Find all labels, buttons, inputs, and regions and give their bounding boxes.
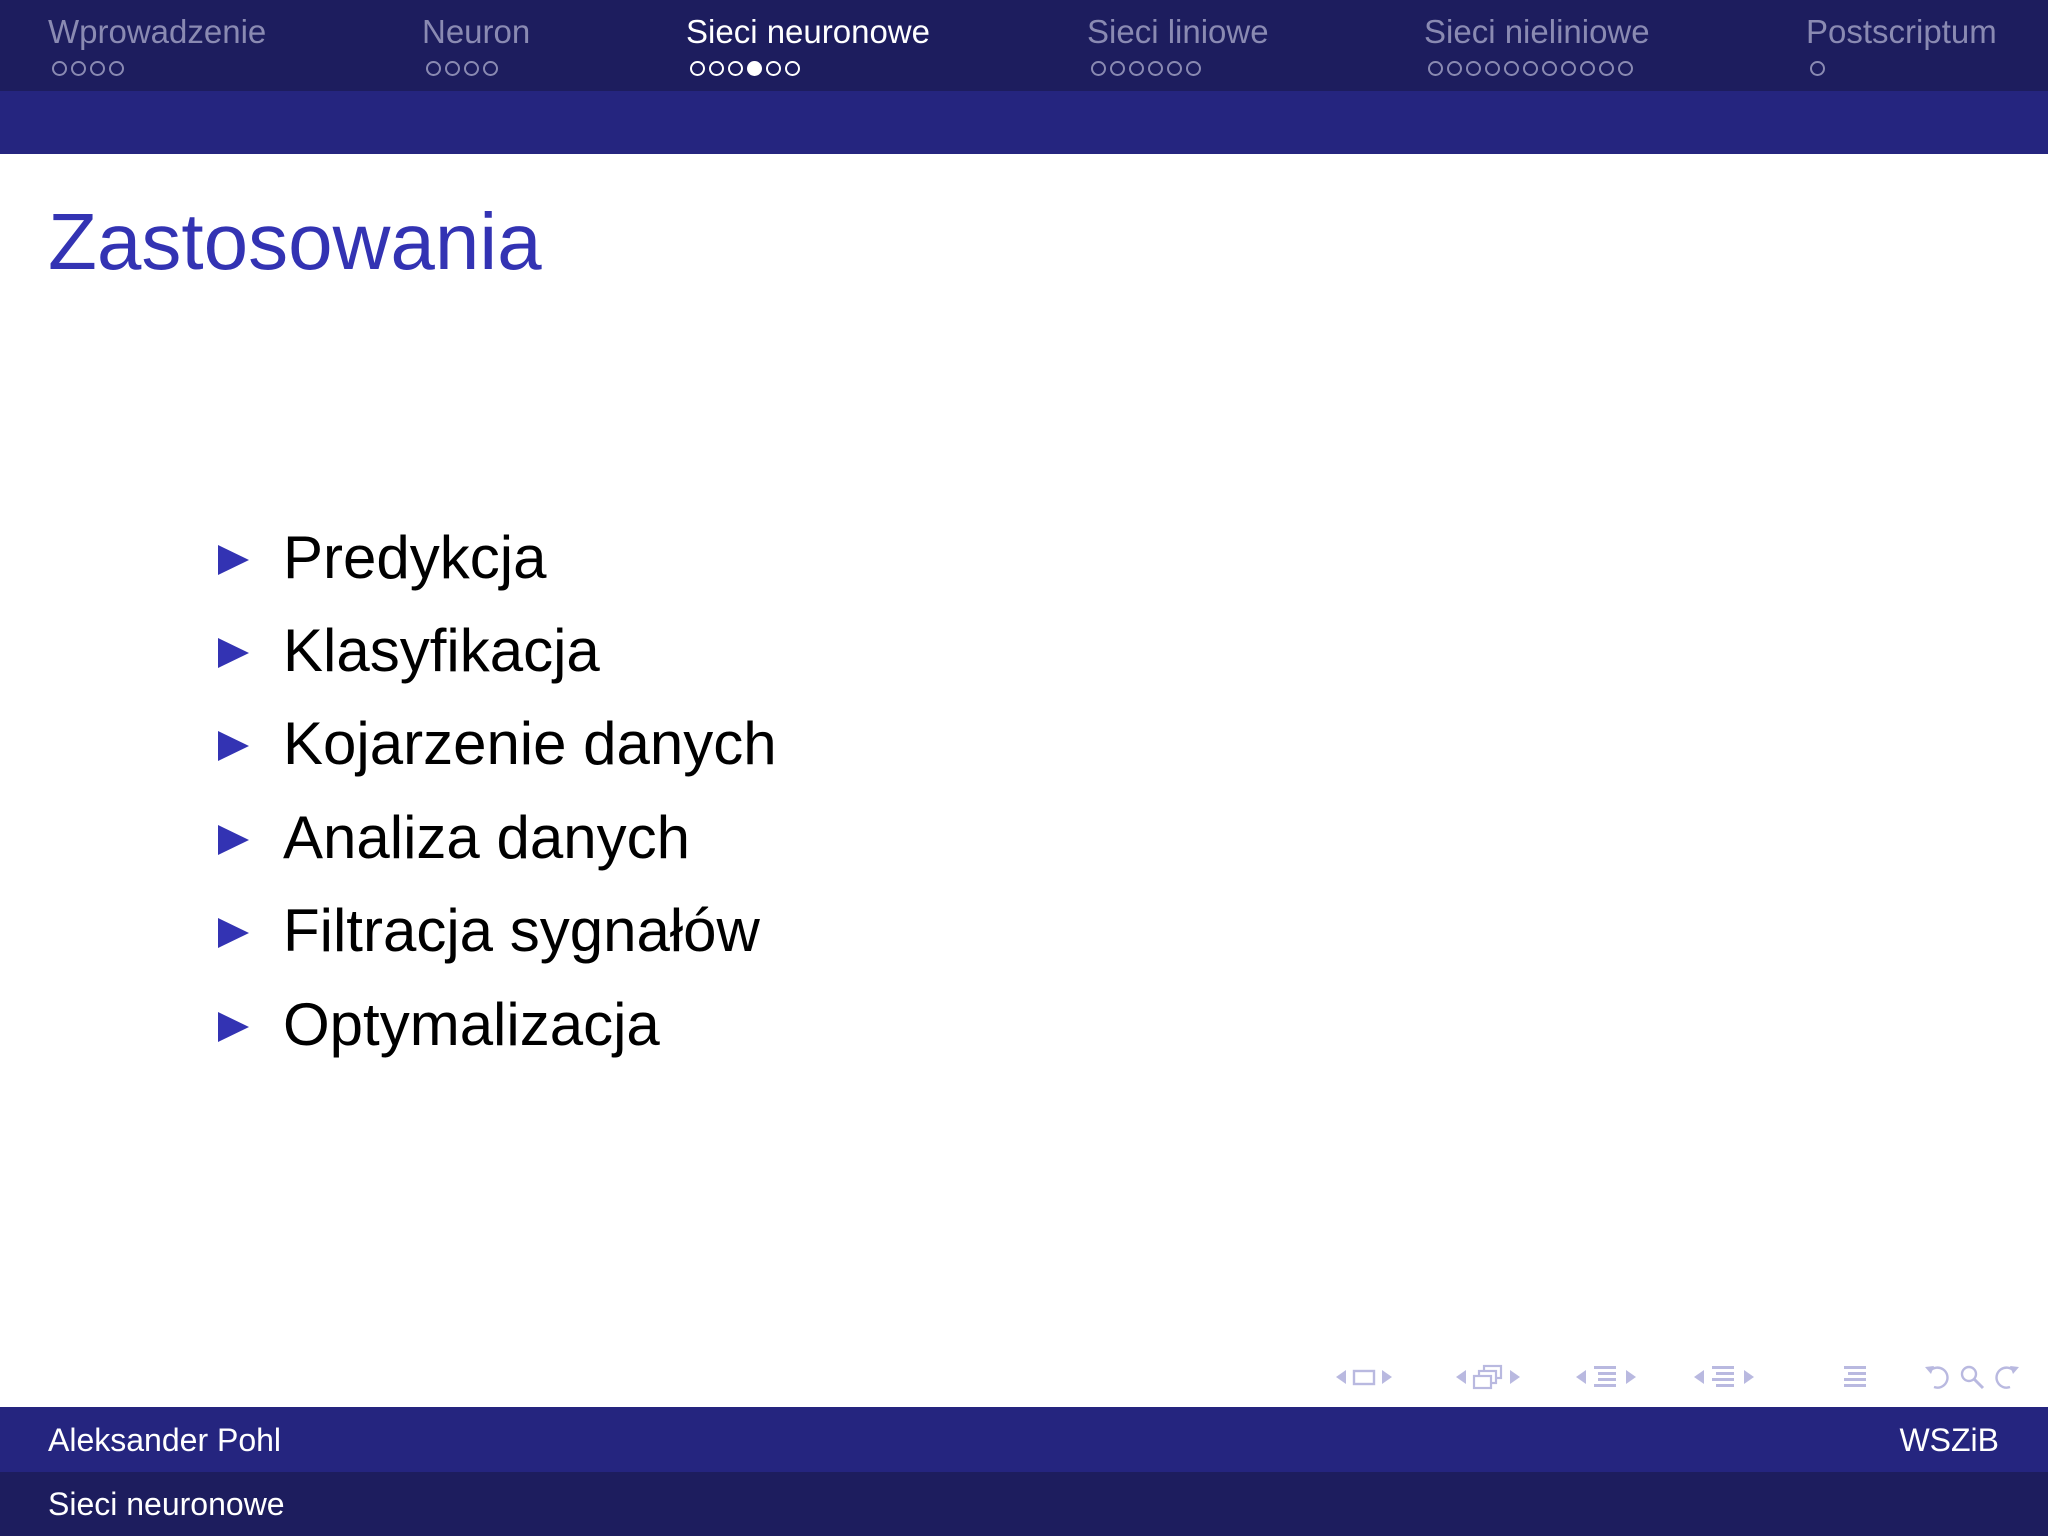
section-nav-group [1694, 1362, 1754, 1392]
frame-dot[interactable] [90, 61, 105, 76]
nav-section-dots [1810, 61, 1825, 76]
triangle-bullet-icon [218, 731, 249, 762]
frame-dot[interactable] [1466, 61, 1481, 76]
list-item: Optymalizacja [218, 978, 777, 1071]
list-item-text: Optymalizacja [283, 990, 660, 1058]
frame-icon[interactable] [1472, 1364, 1504, 1390]
previous-section-icon[interactable] [1694, 1370, 1704, 1384]
nav-section-label[interactable]: Neuron [422, 13, 530, 51]
subsection-bar [0, 91, 2048, 154]
slide-icon[interactable] [1352, 1368, 1376, 1386]
beamer-navigation-symbols [1330, 1362, 2030, 1392]
previous-slide-icon[interactable] [1336, 1370, 1346, 1384]
next-slide-icon[interactable] [1382, 1370, 1392, 1384]
frame-dot[interactable] [1523, 61, 1538, 76]
next-subsection-icon[interactable] [1626, 1370, 1636, 1384]
frame-title: Zastosowania [48, 197, 542, 286]
footer-short-title: Sieci neuronowe [48, 1486, 285, 1522]
section-icon[interactable] [1710, 1364, 1738, 1390]
frame-dot[interactable] [1129, 61, 1144, 76]
frame-dot[interactable] [709, 61, 724, 76]
triangle-bullet-icon [218, 638, 249, 669]
frame-dot[interactable] [1186, 61, 1201, 76]
frame-dot[interactable] [1599, 61, 1614, 76]
list-item: Klasyfikacja [218, 604, 777, 697]
nav-section-label[interactable]: Wprowadzenie [48, 13, 266, 51]
nav-section-label[interactable]: Sieci neuronowe [686, 13, 930, 51]
frame-dot[interactable] [1091, 61, 1106, 76]
footer-title-bar: Sieci neuronowe [0, 1472, 2048, 1536]
previous-frame-icon[interactable] [1456, 1370, 1466, 1384]
list-item-text: Kojarzenie danych [283, 710, 777, 778]
triangle-bullet-icon [218, 544, 249, 575]
frame-dot[interactable] [1542, 61, 1557, 76]
history-nav-group [1922, 1362, 2022, 1392]
list-item: Kojarzenie danych [218, 698, 777, 791]
frame-dot[interactable] [766, 61, 781, 76]
frame-dot[interactable] [1504, 61, 1519, 76]
frame-dot[interactable] [1110, 61, 1125, 76]
slide-nav-group [1336, 1362, 1392, 1392]
presentation-outline-icon[interactable] [1842, 1364, 1870, 1390]
frame-dot[interactable] [1167, 61, 1182, 76]
list-item-text: Predykcja [283, 523, 547, 591]
list-item-text: Klasyfikacja [283, 617, 600, 685]
nav-section-label[interactable]: Sieci liniowe [1087, 13, 1269, 51]
frame-dot[interactable] [1428, 61, 1443, 76]
list-item: Analiza danych [218, 791, 777, 884]
list-item-text: Analiza danych [283, 803, 690, 871]
nav-section-dots [1091, 61, 1201, 76]
frame-nav-group [1456, 1362, 1520, 1392]
list-item: Predykcja [218, 511, 777, 604]
previous-subsection-icon[interactable] [1576, 1370, 1586, 1384]
frame-dot[interactable] [483, 61, 498, 76]
frame-dot[interactable] [1580, 61, 1595, 76]
frame-dot[interactable] [426, 61, 441, 76]
next-section-icon[interactable] [1744, 1370, 1754, 1384]
presentation-nav-group [1842, 1362, 1870, 1392]
bullet-list: Predykcja Klasyfikacja Kojarzenie danych… [218, 511, 777, 1071]
list-item-text: Filtracja sygnałów [283, 897, 760, 965]
frame-dot[interactable] [1618, 61, 1633, 76]
frame-dot[interactable] [1561, 61, 1576, 76]
next-frame-icon[interactable] [1510, 1370, 1520, 1384]
footer-author: Aleksander Pohl [48, 1422, 282, 1458]
triangle-bullet-icon [218, 918, 249, 949]
frame-dot[interactable] [52, 61, 67, 76]
frame-dot[interactable] [71, 61, 86, 76]
footer-author-bar: Aleksander Pohl WSZiB [0, 1407, 2048, 1472]
frame-dot[interactable] [728, 61, 743, 76]
triangle-bullet-icon [218, 1011, 249, 1042]
footer-institute: WSZiB [1899, 1422, 1999, 1458]
go-forward-icon[interactable] [1992, 1363, 2022, 1391]
section-navigation-bar: Wprowadzenie Neuron Sieci neuronowe Siec… [0, 0, 2048, 91]
frame-dot[interactable] [109, 61, 124, 76]
nav-section-dots [1428, 61, 1633, 76]
frame-dot[interactable] [445, 61, 460, 76]
search-icon[interactable] [1958, 1363, 1986, 1391]
triangle-bullet-icon [218, 824, 249, 855]
frame-dot[interactable] [690, 61, 705, 76]
subsection-icon[interactable] [1592, 1364, 1620, 1390]
frame-dot[interactable] [1485, 61, 1500, 76]
go-back-icon[interactable] [1922, 1363, 1952, 1391]
current-frame-dot[interactable] [747, 61, 762, 76]
nav-section-label[interactable]: Sieci nieliniowe [1424, 13, 1650, 51]
nav-section-dots [690, 61, 800, 76]
nav-section-dots [52, 61, 124, 76]
nav-section-dots [426, 61, 498, 76]
subsection-nav-group [1576, 1362, 1636, 1392]
frame-dot[interactable] [785, 61, 800, 76]
frame-dot[interactable] [1447, 61, 1462, 76]
frame-dot[interactable] [464, 61, 479, 76]
frame-dot[interactable] [1810, 61, 1825, 76]
nav-section-label[interactable]: Postscriptum [1806, 13, 1997, 51]
frame-dot[interactable] [1148, 61, 1163, 76]
slide: Wprowadzenie Neuron Sieci neuronowe Siec… [0, 0, 2048, 1536]
list-item: Filtracja sygnałów [218, 885, 777, 978]
